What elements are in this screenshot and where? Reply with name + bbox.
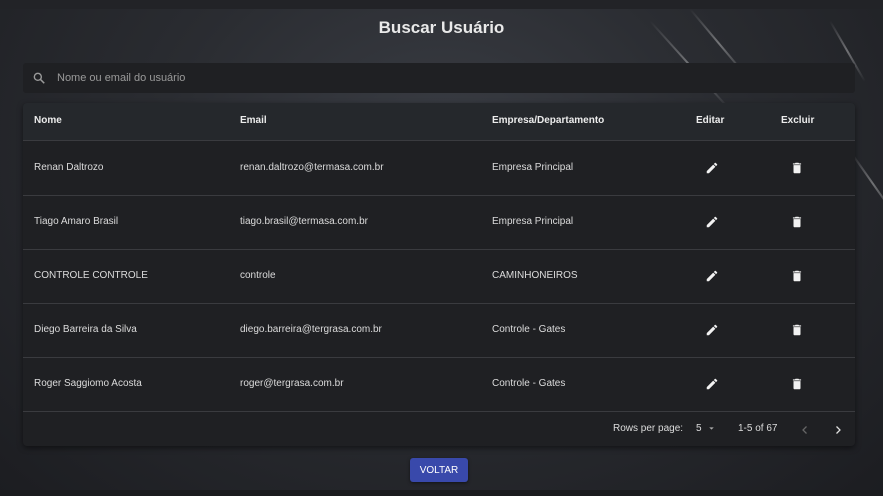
search-icon xyxy=(33,72,45,84)
cell-company: Controle - Gates xyxy=(492,324,566,335)
trash-icon xyxy=(792,378,802,390)
delete-button[interactable] xyxy=(787,212,807,232)
caret-down-icon xyxy=(709,427,715,430)
pencil-icon xyxy=(706,324,718,336)
chevron-left-icon xyxy=(802,426,807,434)
column-header-delete: Excluir xyxy=(781,115,815,126)
cell-email: controle xyxy=(240,270,276,281)
users-table: Nome Email Empresa/Departamento Editar E… xyxy=(23,103,855,446)
cell-company: Controle - Gates xyxy=(492,378,566,389)
pencil-icon xyxy=(706,162,718,174)
trash-icon xyxy=(792,324,802,336)
pagination-range: 1-5 of 67 xyxy=(738,423,778,434)
column-header-email: Email xyxy=(240,115,267,126)
column-header-edit: Editar xyxy=(696,115,725,126)
cell-email: renan.daltrozo@termasa.com.br xyxy=(240,162,384,173)
cell-email: diego.barreira@tergrasa.com.br xyxy=(240,324,382,335)
cell-company: CAMINHONEIROS xyxy=(492,270,578,281)
edit-button[interactable] xyxy=(702,374,722,394)
delete-button[interactable] xyxy=(787,320,807,340)
pencil-icon xyxy=(706,216,718,228)
cell-email: tiago.brasil@termasa.com.br xyxy=(240,216,368,227)
edit-button[interactable] xyxy=(702,320,722,340)
search-bar[interactable] xyxy=(23,63,855,93)
edit-button[interactable] xyxy=(702,266,722,286)
edit-button[interactable] xyxy=(702,158,722,178)
rows-per-page-select[interactable]: 5 xyxy=(696,423,716,434)
table-header: Nome Email Empresa/Departamento Editar E… xyxy=(23,103,855,141)
next-page-button[interactable] xyxy=(830,422,846,438)
cell-name: Roger Saggiomo Acosta xyxy=(34,378,142,389)
bottom-bar xyxy=(0,490,883,496)
trash-icon xyxy=(792,162,802,174)
trash-icon xyxy=(792,270,802,282)
edit-button[interactable] xyxy=(702,212,722,232)
cell-name: Renan Daltrozo xyxy=(34,162,104,173)
back-button[interactable]: VOLTAR xyxy=(410,458,468,482)
column-header-name: Nome xyxy=(34,115,62,126)
pencil-icon xyxy=(706,378,718,390)
trash-icon xyxy=(792,216,802,228)
table-row: Roger Saggiomo Acosta roger@tergrasa.com.… xyxy=(23,357,855,412)
cell-name: CONTROLE CONTROLE xyxy=(34,270,148,281)
delete-button[interactable] xyxy=(787,374,807,394)
page-title: Buscar Usuário xyxy=(378,18,505,37)
pencil-icon xyxy=(706,270,718,282)
cell-company: Empresa Principal xyxy=(492,162,574,173)
top-bar xyxy=(0,0,883,9)
table-row: Diego Barreira da Silva diego.barreira@te… xyxy=(23,303,855,358)
column-header-company: Empresa/Departamento xyxy=(492,115,605,126)
cell-name: Tiago Amaro Brasil xyxy=(34,216,119,227)
table-pagination: Rows per page: 5 1-5 of 67 xyxy=(23,413,855,446)
delete-button[interactable] xyxy=(787,158,807,178)
cell-email: roger@tergrasa.com.br xyxy=(240,378,344,389)
search-input[interactable] xyxy=(55,71,759,85)
table-row: CONTROLE CONTROLE controle CAMINHONEIROS xyxy=(23,249,855,304)
previous-page-button[interactable] xyxy=(797,422,813,438)
delete-button[interactable] xyxy=(787,266,807,286)
rows-per-page-value: 5 xyxy=(696,423,702,434)
chevron-right-icon xyxy=(836,426,841,434)
table-row: Tiago Amaro Brasil tiago.brasil@termasa.c… xyxy=(23,195,855,250)
table-row: Renan Daltrozo renan.daltrozo@termasa.com… xyxy=(23,141,855,196)
cell-name: Diego Barreira da Silva xyxy=(34,324,137,335)
cell-company: Empresa Principal xyxy=(492,216,574,227)
rows-per-page-label: Rows per page: xyxy=(613,423,684,434)
